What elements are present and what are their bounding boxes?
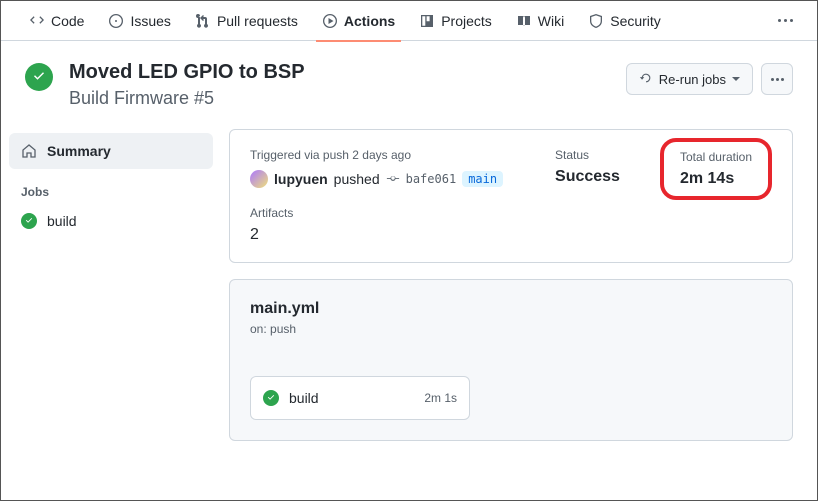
actions-icon — [322, 13, 338, 29]
workflow-file[interactable]: main.yml — [250, 300, 772, 318]
tab-label: Pull requests — [217, 13, 298, 29]
tab-pull-requests[interactable]: Pull requests — [183, 1, 310, 41]
artifacts-label: Artifacts — [250, 206, 515, 220]
chevron-down-icon — [732, 77, 740, 81]
tab-actions[interactable]: Actions — [310, 1, 407, 41]
run-subtitle: Build Firmware #5 — [69, 88, 305, 109]
sidebar-job-label: build — [47, 213, 77, 229]
repo-tabs: Code Issues Pull requests Actions Projec… — [1, 1, 817, 41]
trigger-label: Triggered via push 2 days ago — [250, 148, 515, 162]
button-label: Re-run jobs — [659, 72, 726, 87]
tab-label: Actions — [344, 13, 395, 29]
duration-highlight: Total duration 2m 14s — [660, 138, 772, 200]
status-check-icon — [25, 63, 53, 91]
sidebar-jobs-heading: Jobs — [9, 169, 213, 205]
duration-label: Total duration — [680, 150, 752, 164]
tab-label: Issues — [130, 13, 170, 29]
status-check-icon — [263, 390, 279, 406]
code-icon — [29, 13, 45, 29]
sync-icon — [639, 71, 653, 88]
run-more-menu[interactable] — [761, 63, 793, 95]
projects-icon — [419, 13, 435, 29]
workflow-job-build[interactable]: build 2m 1s — [250, 376, 470, 420]
commit-icon — [386, 171, 400, 188]
sidebar: Summary Jobs build — [1, 121, 221, 441]
tab-projects[interactable]: Projects — [407, 1, 504, 41]
summary-card: Triggered via push 2 days ago lupyuen pu… — [229, 129, 793, 263]
actor-link[interactable]: lupyuen — [274, 171, 328, 187]
workflow-card: main.yml on: push build 2m 1s — [229, 279, 793, 441]
run-title: Moved LED GPIO to BSP — [69, 61, 305, 84]
sidebar-item-label: Summary — [47, 143, 111, 159]
sidebar-item-summary[interactable]: Summary — [9, 133, 213, 169]
tab-security[interactable]: Security — [576, 1, 673, 41]
status-check-icon — [21, 213, 37, 229]
tab-issues[interactable]: Issues — [96, 1, 182, 41]
avatar[interactable] — [250, 170, 268, 188]
wiki-icon — [516, 13, 532, 29]
status-value: Success — [555, 168, 620, 186]
artifacts-value: 2 — [250, 226, 515, 244]
tab-label: Security — [610, 13, 661, 29]
tab-label: Code — [51, 13, 84, 29]
shield-icon — [588, 13, 604, 29]
workflow-job-duration: 2m 1s — [424, 391, 457, 405]
status-label: Status — [555, 148, 620, 162]
issues-icon — [108, 13, 124, 29]
pull-request-icon — [195, 13, 211, 29]
duration-value: 2m 14s — [680, 170, 752, 188]
sidebar-job-build[interactable]: build — [9, 205, 213, 237]
workflow-trigger: on: push — [250, 322, 772, 336]
run-header: Moved LED GPIO to BSP Build Firmware #5 … — [1, 41, 817, 121]
home-icon — [21, 143, 37, 159]
tab-label: Wiki — [538, 13, 564, 29]
workflow-job-name: build — [289, 390, 319, 406]
tab-label: Projects — [441, 13, 492, 29]
rerun-jobs-button[interactable]: Re-run jobs — [626, 63, 753, 95]
commit-sha[interactable]: bafe061 — [406, 172, 457, 186]
tab-code[interactable]: Code — [17, 1, 96, 41]
tab-wiki[interactable]: Wiki — [504, 1, 576, 41]
tabs-overflow-menu[interactable] — [770, 19, 801, 22]
branch-badge[interactable]: main — [462, 171, 503, 187]
push-verb: pushed — [334, 171, 380, 187]
